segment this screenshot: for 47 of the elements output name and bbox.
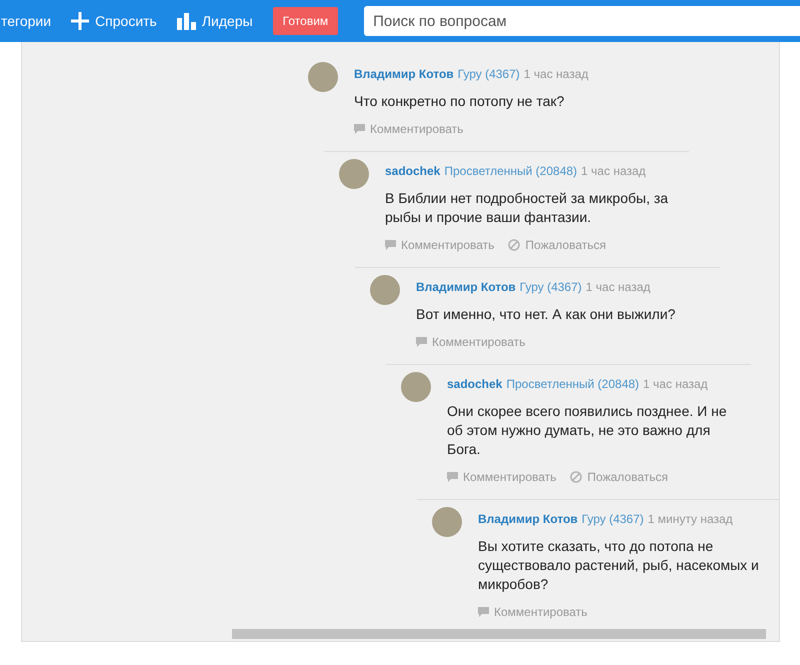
promo-button[interactable]: Готовим [272, 7, 338, 35]
author-link[interactable]: Владимир Котов [416, 279, 516, 295]
author-link[interactable]: sadochek [385, 163, 440, 179]
comment-time: 1 час назад [643, 376, 708, 392]
user-rank: Гуру (4367) [458, 66, 520, 82]
report-link[interactable]: Пожаловаться [570, 468, 668, 486]
comment-link[interactable]: Комментировать [385, 236, 494, 254]
comment-time: 1 час назад [524, 66, 588, 82]
comment-text: Вы хотите сказать, что до потопа не существовало растений, рыб, насекомых и микробов? [478, 537, 760, 594]
comment-link[interactable]: Комментировать [416, 333, 526, 351]
user-rank: Гуру (4367) [520, 279, 582, 295]
user-rank: Просветленный (20848) [444, 163, 578, 179]
comment-text: Что конкретно по потопу не так? [354, 92, 566, 111]
report-link[interactable]: Пожаловаться [508, 236, 606, 254]
user-rank: Гуру (4367) [582, 511, 644, 527]
bar-chart-icon [176, 12, 196, 30]
search-field[interactable]: Поиск по вопросам [364, 6, 800, 36]
avatar [370, 275, 400, 305]
comment-text: Они скорее всего появились позднее. И не об этом нужно думать, не это важно для Бога. [447, 402, 728, 459]
comment-time: 1 час назад [586, 279, 650, 295]
speech-bubble-icon [354, 124, 365, 134]
comment-link[interactable]: Комментировать [478, 603, 588, 621]
author-link[interactable]: Владимир Котов [478, 511, 578, 527]
scrollbar-thumb[interactable] [232, 629, 766, 639]
comment-link[interactable]: Комментировать [354, 120, 464, 138]
comment-text: В Библии нет подробностей за микробы, за рыбы и прочие ваши фантазии. [385, 189, 670, 227]
avatar [401, 372, 431, 402]
plus-icon [71, 12, 90, 30]
nav-link[interactable]: Лидеры [176, 10, 253, 32]
author-link[interactable]: Владимир Котов [354, 66, 454, 82]
comment-time: 1 минуту назад [648, 511, 733, 527]
avatar [308, 62, 338, 92]
speech-bubble-icon [447, 472, 458, 482]
comment-link[interactable]: Комментировать [447, 468, 556, 486]
speech-bubble-icon [385, 240, 396, 250]
user-rank: Просветленный (20848) [506, 376, 640, 392]
nav-link[interactable]: Спросить [71, 10, 157, 32]
speech-bubble-icon [416, 337, 427, 347]
nav-link[interactable]: тегории [1, 10, 52, 32]
speech-bubble-icon [478, 607, 489, 617]
avatar [432, 507, 462, 537]
author-link[interactable]: sadochek [447, 376, 502, 392]
avatar [339, 159, 369, 189]
comment-time: 1 час назад [581, 163, 646, 179]
comment-text: Вот именно, что нет. А как они выжили? [416, 305, 676, 324]
prohibited-icon [508, 239, 520, 251]
prohibited-icon [570, 471, 582, 483]
